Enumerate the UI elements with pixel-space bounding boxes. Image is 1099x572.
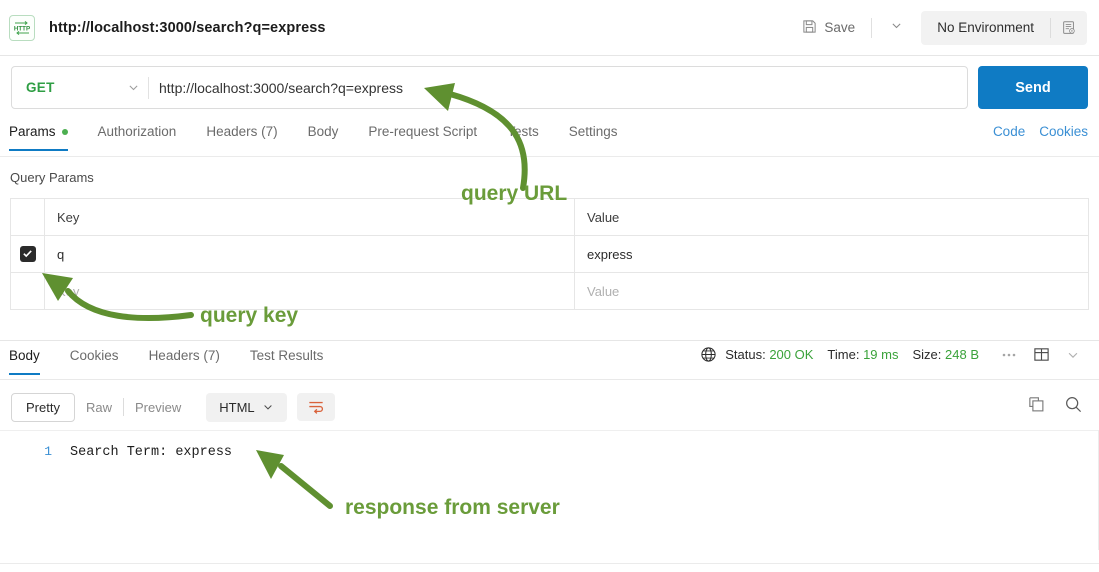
page-title: http://localhost:3000/search?q=express bbox=[49, 19, 326, 36]
response-toolbar-actions bbox=[1027, 395, 1099, 419]
chevron-down-icon bbox=[263, 405, 272, 410]
request-tabs: Params Authorization Headers (7) Body Pr… bbox=[0, 122, 1099, 157]
status-value: 200 OK bbox=[769, 347, 814, 362]
response-tab-body[interactable]: Body bbox=[9, 346, 40, 375]
view-preview-button[interactable]: Preview bbox=[124, 394, 192, 421]
response-pane-divider[interactable] bbox=[0, 340, 1099, 341]
new-param-value-input[interactable]: Value bbox=[574, 272, 1089, 310]
query-params-label: Query Params bbox=[10, 170, 94, 185]
chevron-down-icon bbox=[128, 85, 138, 91]
annotation-label-query-url: query URL bbox=[461, 182, 568, 205]
word-wrap-icon bbox=[308, 401, 323, 414]
time-label: Time: bbox=[827, 347, 860, 362]
save-options-button[interactable] bbox=[880, 15, 913, 41]
http-protocol-icon: HTTP bbox=[9, 14, 35, 41]
empty-row-checkbox-cell bbox=[10, 272, 45, 310]
param-key-input[interactable]: q bbox=[44, 235, 575, 273]
environment-selector-group: No Environment bbox=[921, 10, 1087, 45]
response-status-bar: Status: 200 OK Time: 19 ms Size: 248 B bbox=[692, 346, 1099, 363]
copy-button[interactable] bbox=[1027, 395, 1046, 419]
word-wrap-button[interactable] bbox=[296, 393, 335, 421]
tab-params[interactable]: Params bbox=[9, 122, 68, 151]
time-badge: Time: 19 ms bbox=[827, 347, 898, 362]
table-row-empty: Key Value bbox=[10, 272, 1089, 310]
view-pretty-button[interactable]: Pretty bbox=[11, 392, 75, 422]
header-actions: Save No Environment bbox=[794, 10, 1099, 45]
url-input[interactable]: http://localhost:3000/search?q=express bbox=[159, 80, 967, 96]
tab-pre-request-script[interactable]: Pre-request Script bbox=[368, 122, 477, 151]
search-icon bbox=[1066, 397, 1082, 413]
ellipsis-icon[interactable] bbox=[993, 351, 1025, 359]
row-checkbox-cell bbox=[10, 235, 45, 273]
header-checkbox-cell bbox=[10, 198, 45, 236]
check-icon bbox=[23, 250, 32, 258]
column-header-value: Value bbox=[574, 198, 1089, 236]
request-tabs-links: Code Cookies bbox=[993, 122, 1099, 139]
size-label: Size: bbox=[912, 347, 942, 362]
response-toolbar: Pretty Raw Preview HTML bbox=[0, 388, 1099, 426]
line-number: 1 bbox=[44, 444, 52, 459]
tab-settings[interactable]: Settings bbox=[569, 122, 618, 151]
response-format-label: HTML bbox=[219, 399, 255, 415]
postman-window: HTTP http://localhost:3000/search?q=expr… bbox=[0, 0, 1099, 572]
param-enabled-checkbox[interactable] bbox=[19, 245, 36, 262]
chevron-down-icon bbox=[892, 23, 901, 28]
size-badge: Size: 248 B bbox=[912, 347, 979, 362]
floppy-disk-icon bbox=[802, 19, 817, 37]
tab-authorization[interactable]: Authorization bbox=[98, 122, 177, 151]
chevron-down-icon bbox=[1068, 352, 1078, 358]
annotation-label-response-from-server: response from server bbox=[345, 496, 560, 519]
tab-body[interactable]: Body bbox=[308, 122, 339, 151]
params-indicator-dot bbox=[61, 128, 68, 135]
save-response-layout-icon[interactable] bbox=[1025, 346, 1058, 363]
copy-icon bbox=[1029, 397, 1044, 412]
window-header: HTTP http://localhost:3000/search?q=expr… bbox=[0, 0, 1099, 56]
search-button[interactable] bbox=[1064, 395, 1083, 419]
annotation-label-query-key: query key bbox=[200, 304, 299, 327]
environment-quick-look-button[interactable] bbox=[1051, 20, 1087, 36]
send-button[interactable]: Send bbox=[978, 66, 1088, 109]
save-button-label: Save bbox=[824, 20, 856, 35]
method-selector[interactable]: GET bbox=[12, 80, 120, 95]
response-format-selector[interactable]: HTML bbox=[206, 392, 287, 422]
table-row: q express bbox=[10, 235, 1089, 273]
svg-text:HTTP: HTTP bbox=[14, 25, 30, 32]
response-tab-test-results[interactable]: Test Results bbox=[250, 346, 324, 375]
new-param-key-input[interactable]: Key bbox=[44, 272, 575, 310]
status-badge: Status: 200 OK bbox=[725, 347, 813, 362]
param-value-input[interactable]: express bbox=[574, 235, 1089, 273]
code-line: 1 Search Term: express bbox=[0, 431, 1099, 460]
tab-headers[interactable]: Headers (7) bbox=[206, 122, 277, 151]
tab-params-label: Params bbox=[9, 124, 56, 139]
request-url-bar: GET http://localhost:3000/search?q=expre… bbox=[11, 66, 968, 109]
response-tab-headers[interactable]: Headers (7) bbox=[149, 346, 220, 375]
query-params-table: Key Value q express Key Value bbox=[10, 198, 1089, 310]
save-button[interactable]: Save bbox=[794, 15, 863, 41]
response-tabs-border bbox=[0, 379, 1099, 380]
status-label: Status: bbox=[725, 347, 766, 362]
header-divider bbox=[871, 17, 873, 38]
size-value: 248 B bbox=[945, 347, 979, 362]
view-raw-button[interactable]: Raw bbox=[75, 394, 123, 421]
response-tabs: Body Cookies Headers (7) Test Results St… bbox=[0, 346, 1099, 379]
response-tab-cookies[interactable]: Cookies bbox=[70, 346, 119, 375]
time-value: 19 ms bbox=[863, 347, 899, 362]
line-text: Search Term: express bbox=[70, 445, 233, 460]
code-link[interactable]: Code bbox=[993, 124, 1025, 139]
globe-icon bbox=[692, 346, 725, 363]
cookies-link[interactable]: Cookies bbox=[1039, 124, 1088, 139]
tab-tests[interactable]: Tests bbox=[507, 122, 539, 151]
response-collapse-button[interactable] bbox=[1058, 348, 1088, 362]
environment-selector[interactable]: No Environment bbox=[921, 20, 1050, 35]
window-bottom-border bbox=[0, 563, 1099, 564]
url-divider bbox=[148, 76, 149, 99]
environment-quick-look-icon bbox=[1063, 20, 1075, 34]
method-dropdown-button[interactable] bbox=[120, 81, 146, 94]
